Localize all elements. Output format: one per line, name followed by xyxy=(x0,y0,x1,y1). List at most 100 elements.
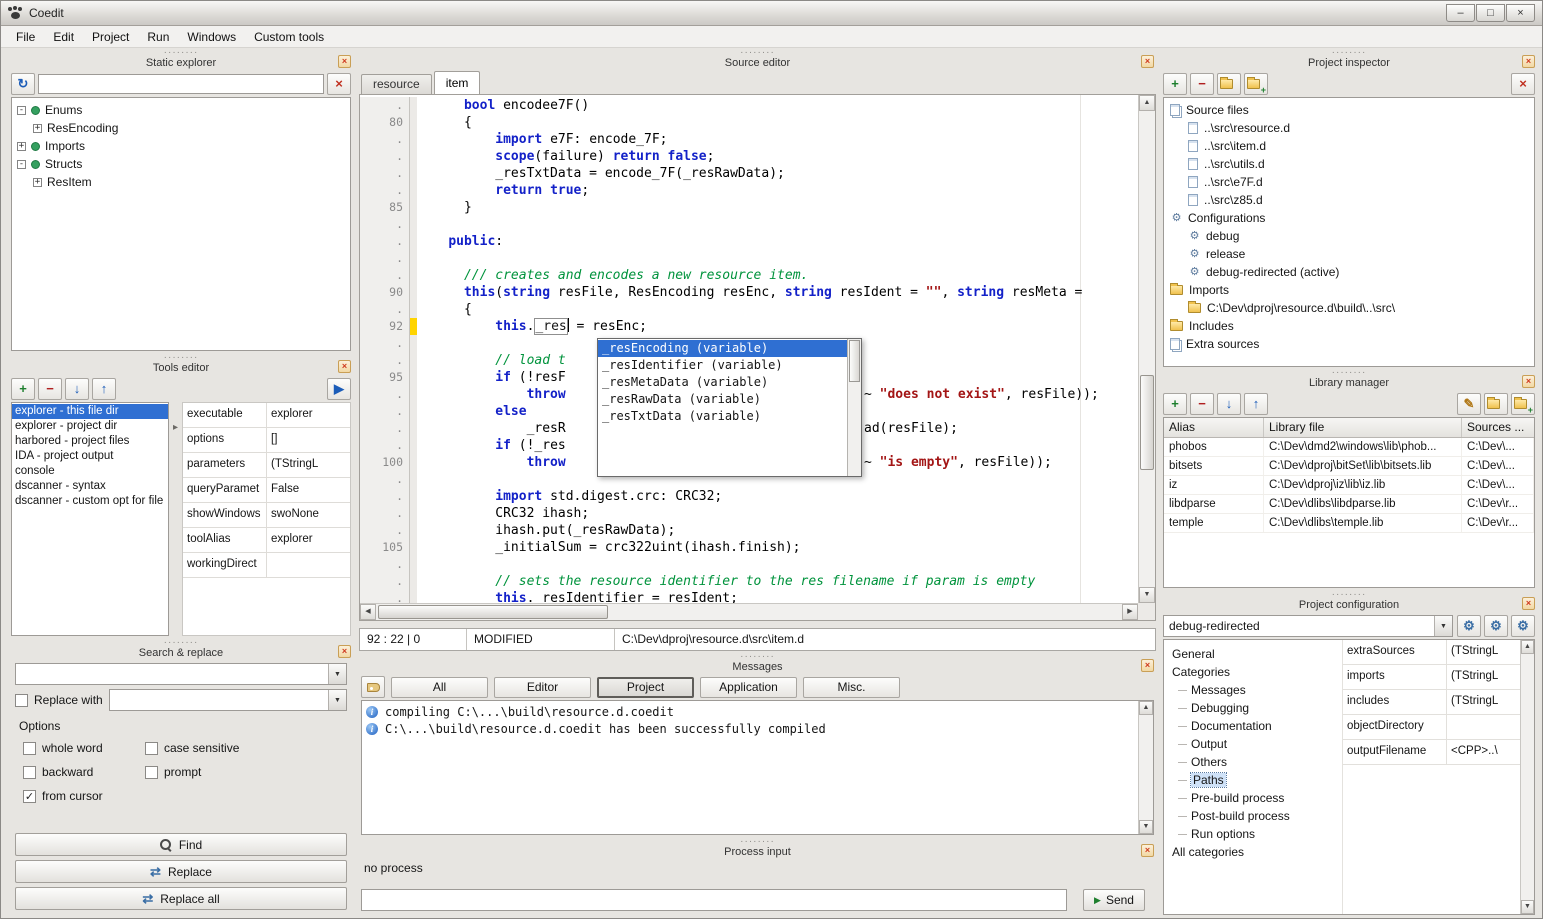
library-row[interactable]: izC:\Dev\dproj\iz\lib\iz.libC:\Dev\... xyxy=(1164,476,1534,495)
editor-tab-item[interactable]: item xyxy=(434,71,481,94)
search-term-combo[interactable]: ▼ xyxy=(15,663,347,685)
clone-configuration-button[interactable]: ⚙ xyxy=(1511,615,1535,637)
inspector-node[interactable]: ⚙Configurations xyxy=(1164,209,1534,227)
replace-button[interactable]: ⇄ Replace xyxy=(15,860,347,883)
code-line[interactable]: . import e7F: encode_7F; xyxy=(360,131,1138,148)
scroll-down-icon[interactable]: ▼ xyxy=(1521,900,1534,914)
config-category[interactable]: Messages xyxy=(1164,681,1320,699)
library-table[interactable]: AliasLibrary fileSources ... phobosC:\De… xyxy=(1163,417,1535,588)
config-category[interactable]: Paths xyxy=(1164,771,1320,789)
checkbox-icon[interactable] xyxy=(23,742,36,755)
inspector-node[interactable]: C:\Dev\dproj\resource.d\build\..\src\ xyxy=(1164,299,1534,317)
scroll-right-icon[interactable]: ▶ xyxy=(1122,604,1138,620)
refresh-list-button[interactable]: ↻ xyxy=(11,73,35,95)
move-library-down-button[interactable]: ↓ xyxy=(1217,393,1241,415)
completion-list[interactable]: _resEncoding (variable)_resIdentifier (v… xyxy=(598,339,847,476)
configuration-category-tree[interactable]: GeneralCategoriesMessagesDebuggingDocume… xyxy=(1164,640,1320,914)
collapse-toggle-icon[interactable]: - xyxy=(17,106,26,115)
editor-horizontal-scrollbar[interactable]: ◀ ▶ xyxy=(360,603,1138,620)
inspector-node[interactable]: ..\src\resource.d xyxy=(1164,119,1534,137)
option-from-cursor[interactable]: ✓from cursor xyxy=(23,789,145,803)
filter-application-button[interactable]: Application xyxy=(700,677,797,698)
code-line[interactable]: . import std.digest.crc: CRC32; xyxy=(360,488,1138,505)
code-line[interactable]: . public: xyxy=(360,233,1138,250)
dropdown-arrow-icon[interactable]: ▼ xyxy=(328,664,346,684)
menu-item-run[interactable]: Run xyxy=(138,27,178,47)
library-row[interactable]: templeC:\Dev\dlibs\temple.libC:\Dev\r... xyxy=(1164,514,1534,533)
inspector-node[interactable]: ⚙debug-redirected (active) xyxy=(1164,263,1534,281)
tools-list[interactable]: explorer - this file direxplorer - proje… xyxy=(11,402,169,636)
tool-property-row[interactable]: queryParametFalse xyxy=(183,478,350,503)
close-button[interactable]: × xyxy=(1506,4,1535,22)
checkbox-icon[interactable] xyxy=(23,766,36,779)
clear-filter-button[interactable]: × xyxy=(1511,73,1535,95)
close-panel-icon[interactable]: × xyxy=(1141,55,1154,68)
tool-list-item[interactable]: dscanner - custom opt for file xyxy=(12,494,168,509)
column-header[interactable]: Alias xyxy=(1164,418,1264,437)
message-context-button[interactable] xyxy=(361,676,385,698)
message-row[interactable]: iC:\...\build\resource.d.coedit has been… xyxy=(362,720,1138,737)
tool-property-row[interactable]: workingDirect xyxy=(183,553,350,578)
inspector-node[interactable]: ⚙debug xyxy=(1164,227,1534,245)
popup-scroll-thumb[interactable] xyxy=(849,340,860,382)
collapse-grid-icon[interactable]: ▸ xyxy=(169,402,182,636)
close-panel-icon[interactable]: × xyxy=(338,55,351,68)
tool-list-item[interactable]: harbored - project files xyxy=(12,434,168,449)
add-library-folder-button[interactable]: + xyxy=(1511,393,1535,415)
code-line[interactable]: . return true; xyxy=(360,182,1138,199)
open-folder-button[interactable] xyxy=(1217,73,1241,95)
menu-item-file[interactable]: File xyxy=(7,27,44,47)
inspector-node[interactable]: ..\src\z85.d xyxy=(1164,191,1534,209)
tool-list-item[interactable]: explorer - project dir xyxy=(12,419,168,434)
close-panel-icon[interactable]: × xyxy=(338,645,351,658)
add-configuration-button[interactable]: ⚙ xyxy=(1484,615,1508,637)
config-property-row[interactable]: outputFilename<CPP>..\ xyxy=(1343,740,1520,765)
static-explorer-node[interactable]: -Structs xyxy=(12,155,350,173)
menu-item-custom-tools[interactable]: Custom tools xyxy=(245,27,333,47)
run-tool-button[interactable]: ▶ xyxy=(327,378,351,400)
configuration-property-grid[interactable]: extraSources(TStringLimports(TStringLinc… xyxy=(1342,640,1520,914)
inspector-node[interactable]: Imports xyxy=(1164,281,1534,299)
close-panel-icon[interactable]: × xyxy=(1141,844,1154,857)
code-line[interactable]: . { xyxy=(360,301,1138,318)
library-row[interactable]: libdparseC:\Dev\dlibs\libdparse.libC:\De… xyxy=(1164,495,1534,514)
replace-all-button[interactable]: ⇄ Replace all xyxy=(15,887,347,910)
inspector-node[interactable]: ..\src\item.d xyxy=(1164,137,1534,155)
inspector-node[interactable]: Extra sources xyxy=(1164,335,1534,353)
minimize-button[interactable]: – xyxy=(1446,4,1475,22)
open-library-folder-button[interactable] xyxy=(1484,393,1508,415)
inspector-node[interactable]: ..\src\utils.d xyxy=(1164,155,1534,173)
dropdown-arrow-icon[interactable]: ▼ xyxy=(328,690,346,710)
move-library-up-button[interactable]: ↑ xyxy=(1244,393,1268,415)
find-button[interactable]: Find xyxy=(15,833,347,856)
config-category[interactable]: Run options xyxy=(1164,825,1320,843)
config-category[interactable]: Categories xyxy=(1164,663,1320,681)
static-explorer-node[interactable]: +ResEncoding xyxy=(12,119,350,137)
message-row[interactable]: icompiling C:\...\build\resource.d.coedi… xyxy=(362,703,1138,720)
scroll-up-icon[interactable]: ▲ xyxy=(1521,640,1534,654)
close-panel-icon[interactable]: × xyxy=(1522,597,1535,610)
filter-all-button[interactable]: All xyxy=(391,677,488,698)
code-line[interactable]: . /// creates and encodes a new resource… xyxy=(360,267,1138,284)
inspector-node[interactable]: ..\src\e7F.d xyxy=(1164,173,1534,191)
configuration-combo[interactable]: debug-redirected ▼ xyxy=(1163,615,1453,637)
checkbox-icon[interactable] xyxy=(145,742,158,755)
checkbox-icon[interactable]: ✓ xyxy=(23,790,36,803)
menu-item-project[interactable]: Project xyxy=(83,27,138,47)
clear-filter-button[interactable]: × xyxy=(327,73,351,95)
config-category[interactable]: Output xyxy=(1164,735,1320,753)
add-tool-button[interactable]: + xyxy=(11,378,35,400)
code-line[interactable]: . xyxy=(360,556,1138,573)
menu-item-windows[interactable]: Windows xyxy=(178,27,245,47)
close-panel-icon[interactable]: × xyxy=(1522,375,1535,388)
expand-toggle-icon[interactable]: + xyxy=(17,142,26,151)
tool-list-item[interactable]: explorer - this file dir xyxy=(12,404,168,419)
config-property-row[interactable]: includes(TStringL xyxy=(1343,690,1520,715)
tool-property-row[interactable]: showWindowsswoNone xyxy=(183,503,350,528)
code-line[interactable]: . // sets the resource identifier to the… xyxy=(360,573,1138,590)
code-line[interactable]: 92 this._res = resEnc; xyxy=(360,318,1138,335)
code-line[interactable]: . bool encodee7F() xyxy=(360,97,1138,114)
config-category[interactable]: Documentation xyxy=(1164,717,1320,735)
code-editor[interactable]: . bool encodee7F()80 {. import e7F: enco… xyxy=(359,94,1156,621)
remove-source-button[interactable]: − xyxy=(1190,73,1214,95)
